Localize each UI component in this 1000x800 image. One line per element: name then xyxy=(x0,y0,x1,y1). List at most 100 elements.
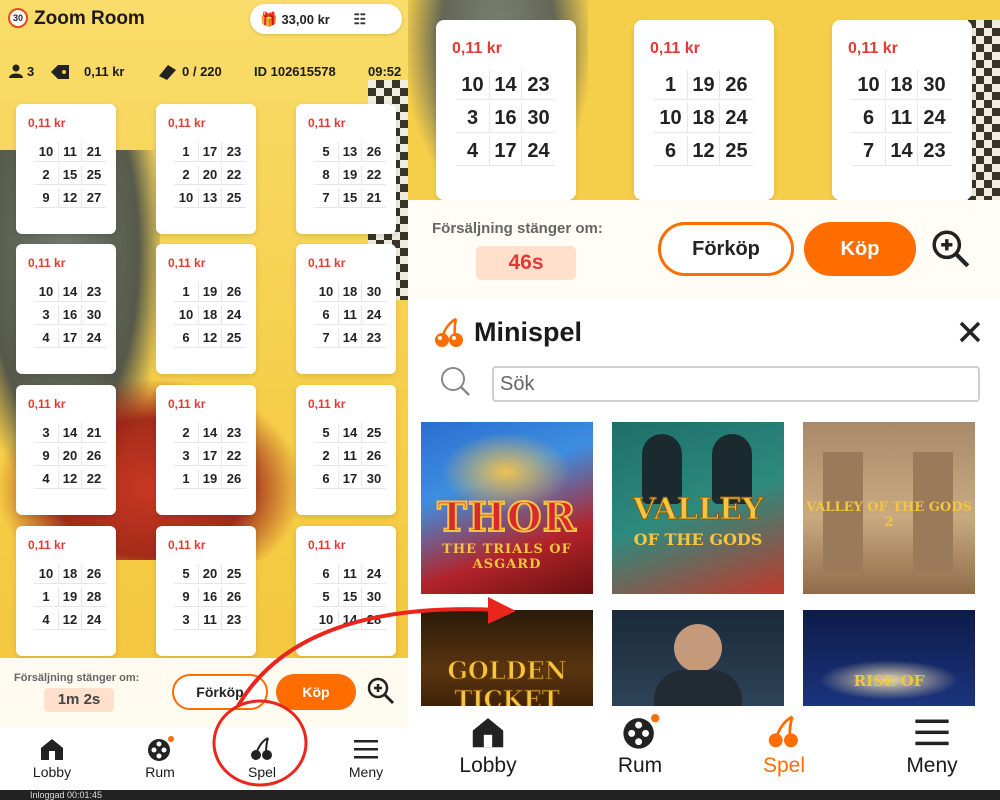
game-tile-live-dealer[interactable] xyxy=(612,610,784,710)
bingo-ticket[interactable]: 0,11 kr 1 17 23 2 20 22 10 13 25 xyxy=(156,104,256,234)
ticket-number: 14 xyxy=(885,136,918,166)
apps-grid-icon[interactable]: ☷ xyxy=(353,11,366,28)
bingo-ticket[interactable]: 0,11 kr 6 11 24 5 15 30 10 14 28 xyxy=(296,526,396,656)
ticket-price-label: 0,11 kr xyxy=(308,116,346,130)
ticket-number: 6 xyxy=(314,469,338,489)
bingo-ticket[interactable]: 0,11 kr 10 18 26 1 19 28 4 12 24 xyxy=(16,526,116,656)
ticket-numbers: 10 14 23 3 16 30 4 17 24 xyxy=(456,70,555,166)
nav-spel[interactable]: Spel xyxy=(232,728,292,790)
prebuy-button[interactable]: Förköp xyxy=(658,222,794,276)
bingo-ticket[interactable]: 0,11 kr 3 14 21 9 20 26 4 12 22 xyxy=(16,385,116,515)
ticket-number: 30 xyxy=(918,70,951,100)
bingo-ticket[interactable]: 0,11 kr 10 18 30 6 11 24 7 14 23 xyxy=(296,244,396,374)
bingo-ticket[interactable]: 0,11 kr 2 14 23 3 17 22 1 19 26 xyxy=(156,385,256,515)
left-phone-screen: 30 Zoom Room 🎁 33,00 kr ☷ 3 0,11 kr 0 / … xyxy=(0,0,408,790)
ticket-number: 9 xyxy=(174,587,198,607)
bingo-ticket[interactable]: 0,11 kr 1 19 26 10 18 24 6 12 25 xyxy=(156,244,256,374)
bingo-ticket[interactable]: 0,11 kr 10 14 23 3 16 30 4 17 24 xyxy=(16,244,116,374)
balance-pill[interactable]: 🎁 33,00 kr ☷ xyxy=(250,4,402,34)
ticket-number: 14 xyxy=(489,70,522,100)
bingo-ticket[interactable]: 0,11 kr 5 13 26 8 19 22 7 15 21 xyxy=(296,104,396,234)
nav-spel-label: Spel xyxy=(762,754,806,777)
ticket-icon xyxy=(156,64,178,83)
nav-rum[interactable]: Rum xyxy=(600,706,680,790)
ticket-number: 13 xyxy=(198,188,222,208)
buy-button[interactable]: Köp xyxy=(804,222,916,276)
ticket-number: 10 xyxy=(852,70,885,100)
ticket-number: 22 xyxy=(82,469,106,489)
bingo-ticket[interactable]: 0,11 kr 5 14 25 2 11 26 6 17 30 xyxy=(296,385,396,515)
buy-button[interactable]: Köp xyxy=(276,674,356,710)
system-status-bar: Inloggad 00:01:45 xyxy=(0,790,1000,800)
ticket-price-label: 0,11 kr xyxy=(308,538,346,552)
ticket-number: 26 xyxy=(222,469,246,489)
home-icon xyxy=(472,718,504,748)
ticket-price-label: 0,11 kr xyxy=(308,256,346,270)
ticket-number: 15 xyxy=(338,188,362,208)
nav-meny[interactable]: Meny xyxy=(336,728,396,790)
ticket-number: 16 xyxy=(489,103,522,133)
game-tile-valley2-title: VALLEY OF THE GODS 2 xyxy=(806,500,972,530)
game-tile-valley-subtitle: OF THE GODS xyxy=(633,530,763,549)
ticket-number: 6 xyxy=(654,136,687,166)
game-tile-rise-of-title: RISE OF xyxy=(853,672,925,690)
game-tile-golden-ticket-title: GOLDEN TICKET xyxy=(447,656,567,711)
game-tile-valley-of-the-gods[interactable]: VALLEY OF THE GODS xyxy=(612,422,784,594)
sales-closing-label: Försäljning stänger om: xyxy=(14,672,140,684)
search-input[interactable] xyxy=(492,366,980,402)
ticket-number: 10 xyxy=(34,142,58,162)
game-id: ID 102615578 xyxy=(254,64,336,79)
nav-lobby[interactable]: Lobby xyxy=(22,728,82,790)
ticket-number: 25 xyxy=(82,165,106,185)
ticket-number: 20 xyxy=(198,165,222,185)
ticket-number: 18 xyxy=(338,282,362,302)
bingo-ticket[interactable]: 0,11 kr 1 19 26 10 18 24 6 12 25 xyxy=(634,20,774,200)
game-tile-thor[interactable]: THOR THE TRIALS OF ASGARD xyxy=(421,422,593,594)
bingo-ticket[interactable]: 0,11 kr 10 18 30 6 11 24 7 14 23 xyxy=(832,20,972,200)
game-tile-rise-of[interactable]: RISE OF xyxy=(803,610,975,710)
ticket-numbers: 2 14 23 3 17 22 1 19 26 xyxy=(174,423,246,489)
bingo-ticket[interactable]: 0,11 kr 10 14 23 3 16 30 4 17 24 xyxy=(436,20,576,200)
ticket-number: 17 xyxy=(58,328,82,348)
close-icon[interactable] xyxy=(958,320,982,344)
ticket-number: 6 xyxy=(314,564,338,584)
ticket-number: 25 xyxy=(362,423,386,443)
ticket-numbers: 1 19 26 10 18 24 6 12 25 xyxy=(654,70,753,166)
ticket-number: 26 xyxy=(362,446,386,466)
ticket-number: 30 xyxy=(522,103,555,133)
ticket-price-label: 0,11 kr xyxy=(28,538,66,552)
bingo-ticket[interactable]: 0,11 kr 5 20 25 9 16 26 3 11 23 xyxy=(156,526,256,656)
cherries-icon xyxy=(768,715,798,748)
nav-spel[interactable]: Spel xyxy=(744,706,824,790)
session-time: Inloggad 00:01:45 xyxy=(30,790,103,800)
ticket-number: 23 xyxy=(918,136,951,166)
ticket-number: 18 xyxy=(198,305,222,325)
ticket-number: 4 xyxy=(34,610,58,630)
nav-rum[interactable]: Rum xyxy=(130,728,190,790)
ticket-number: 28 xyxy=(362,610,386,630)
game-tile-thor-title: THOR xyxy=(436,493,577,542)
bingo-ticket[interactable]: 0,11 kr 10 11 21 2 15 25 9 12 27 xyxy=(16,104,116,234)
ticket-number: 25 xyxy=(222,564,246,584)
ticket-number: 24 xyxy=(720,103,753,133)
room-number-badge: 30 xyxy=(8,8,28,28)
search-icon xyxy=(441,367,470,396)
gift-icon: 🎁 xyxy=(260,10,278,27)
game-tile-golden-ticket[interactable]: GOLDEN TICKET xyxy=(421,610,593,710)
ticket-numbers: 1 19 26 10 18 24 6 12 25 xyxy=(174,282,246,348)
nav-meny[interactable]: Meny xyxy=(892,706,972,790)
ticket-price-label: 0,11 kr xyxy=(28,256,66,270)
ticket-number: 17 xyxy=(338,469,362,489)
ticket-number: 19 xyxy=(198,469,222,489)
zoom-in-icon[interactable] xyxy=(930,228,972,270)
prebuy-button[interactable]: Förköp xyxy=(172,674,268,710)
bottom-navigation: Lobby Rum Spel Meny xyxy=(408,706,1000,790)
ticket-number: 27 xyxy=(82,188,106,208)
game-tile-valley-of-the-gods-2[interactable]: VALLEY OF THE GODS 2 xyxy=(803,422,975,594)
zoom-in-icon[interactable] xyxy=(366,676,396,706)
ticket-number: 24 xyxy=(522,136,555,166)
ticket-number: 7 xyxy=(314,328,338,348)
ticket-number: 21 xyxy=(362,188,386,208)
ticket-numbers: 10 18 30 6 11 24 7 14 23 xyxy=(314,282,386,348)
nav-lobby[interactable]: Lobby xyxy=(448,706,528,790)
